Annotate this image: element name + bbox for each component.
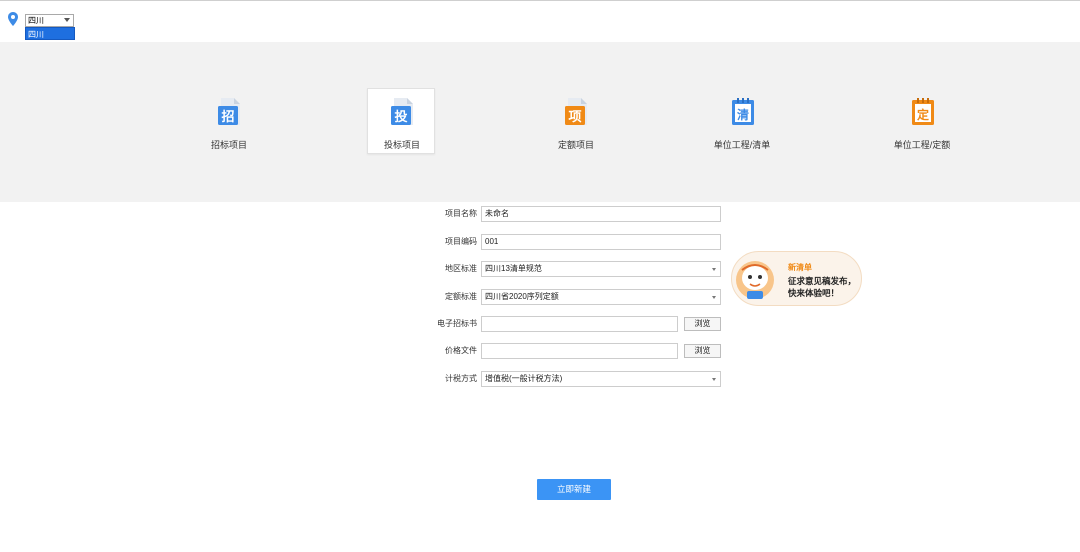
quota-standard-value: 四川省2020序列定额 [485,292,559,301]
create-now-button[interactable]: 立即新建 [537,479,611,500]
new-bill-promo[interactable]: 新清单 征求意见稿发布， 快来体验吧！ [731,251,862,306]
card-label: 定额项目 [557,140,594,150]
svg-text:投: 投 [394,109,407,125]
card-bid-project[interactable]: 投 投标项目 [367,88,435,154]
mascot-icon [736,261,774,299]
tax-method-label: 计税方式 [445,374,477,383]
project-code-label: 项目编码 [445,237,477,246]
bid-document-icon: 投 [391,98,413,125]
tax-method-value: 增值税(一般计税方法) [485,374,563,383]
chevron-down-icon [712,296,716,299]
e-bid-file-input[interactable] [481,316,678,332]
chevron-down-icon [712,378,716,381]
bill-notebook-icon: 清 [732,98,754,125]
svg-text:招: 招 [221,109,234,125]
top-bar: 四川 四川 [0,1,1080,41]
card-label: 单位工程/定额 [893,140,951,150]
region-standard-select[interactable]: 四川13清单规范 [481,261,721,277]
region-select-value: 四川 [28,16,44,25]
chevron-down-icon [712,268,716,271]
quota-notebook-icon: 定 [912,98,934,125]
quota-standard-select[interactable]: 四川省2020序列定额 [481,289,721,305]
tax-method-select[interactable]: 增值税(一般计税方法) [481,371,721,387]
card-unit-quota[interactable]: 定 单位工程/定额 [887,88,955,154]
card-label: 招标项目 [210,140,247,150]
region-select[interactable]: 四川 [25,14,74,27]
card-label: 投标项目 [383,140,420,150]
card-label: 单位工程/清单 [713,140,771,150]
card-tender-project[interactable]: 招 招标项目 [194,88,262,154]
region-standard-value: 四川13清单规范 [485,264,542,273]
promo-title: 新清单 [788,263,812,272]
card-unit-bill[interactable]: 清 单位工程/清单 [707,88,775,154]
promo-line-1: 征求意见稿发布， [788,276,857,286]
chevron-down-icon [64,18,70,22]
svg-text:项: 项 [568,110,581,125]
price-file-label: 价格文件 [445,346,477,355]
price-file-input[interactable] [481,343,678,359]
svg-text:清: 清 [737,107,749,122]
quota-standard-label: 定额标准 [445,292,477,301]
quota-document-icon: 项 [565,98,587,125]
project-type-banner: 招 招标项目 投 投标项目 项 定额项目 清 单位工程/清单 定 单位工程/定额 [0,42,1080,202]
project-name-input[interactable]: 未命名 [481,206,721,222]
e-bid-browse-button[interactable]: 浏览 [684,317,721,331]
region-standard-label: 地区标准 [445,264,477,273]
card-quota-project[interactable]: 项 定额项目 [541,88,609,154]
project-name-label: 项目名称 [445,209,477,218]
location-pin-icon [8,12,18,26]
svg-text:定: 定 [917,107,929,122]
e-bid-label: 电子招标书 [437,319,477,328]
tender-document-icon: 招 [218,98,240,125]
project-code-input[interactable]: 001 [481,234,721,250]
region-dropdown-option[interactable]: 四川 [25,27,75,40]
price-file-browse-button[interactable]: 浏览 [684,344,721,358]
promo-line-2: 快来体验吧！ [788,288,840,298]
